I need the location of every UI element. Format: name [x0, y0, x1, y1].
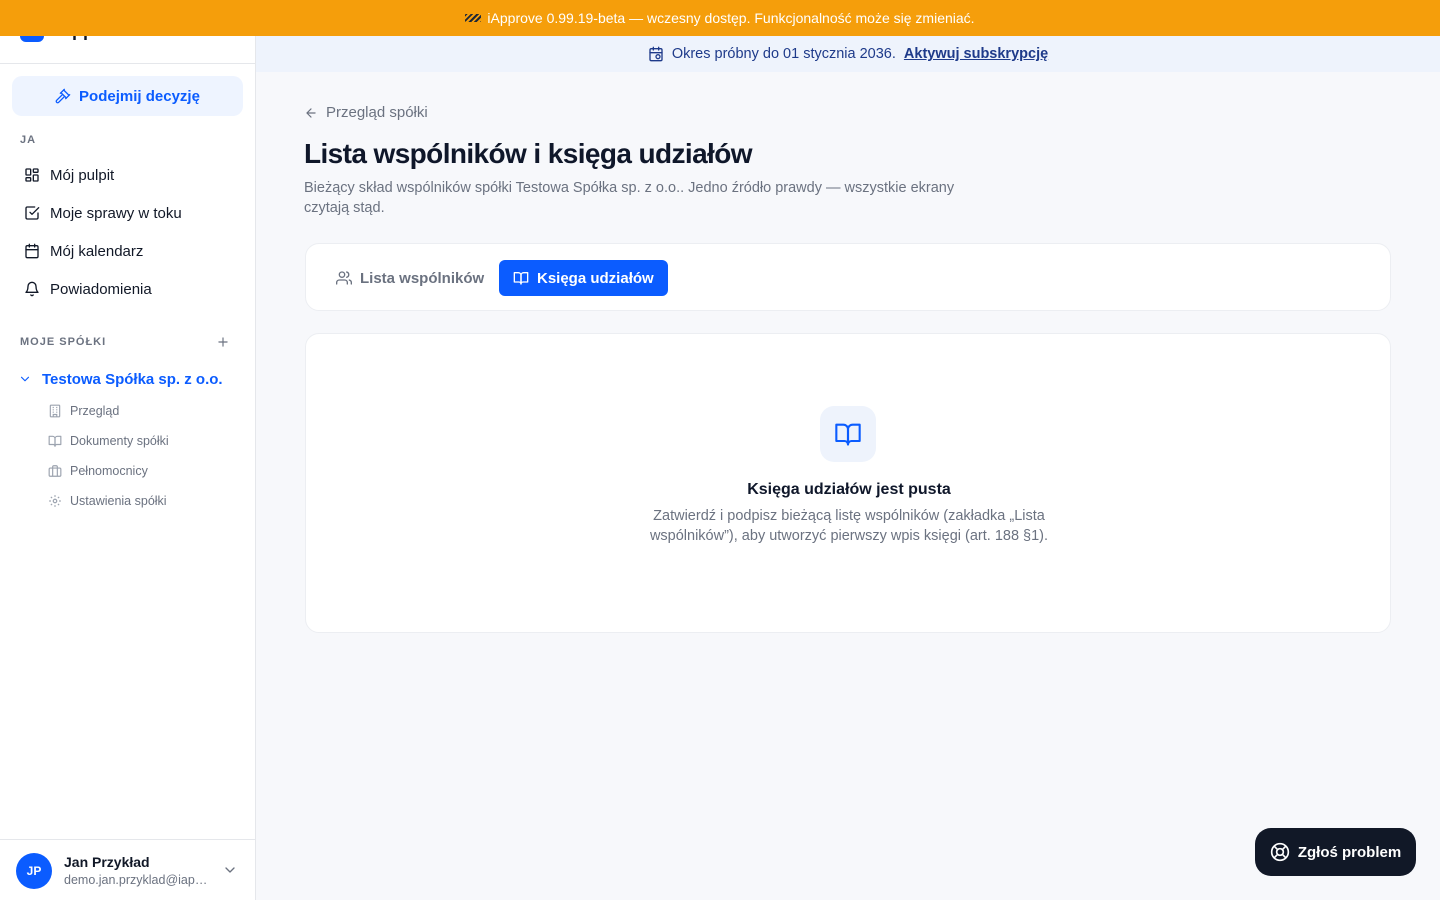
trial-banner-text: Okres próbny do 01 stycznia 2036. [671, 46, 896, 62]
tab-label: Księga udziałów [537, 269, 654, 287]
calendar-clock-icon [649, 46, 663, 62]
back-link-label: Przegląd spółki [326, 104, 428, 121]
nav-item-label: Mój pulpit [50, 166, 115, 184]
nav-item-calendar[interactable]: Mój kalendarz [12, 234, 243, 268]
make-decision-label: Podejmij decyzję [79, 87, 200, 105]
nav-item-notifications[interactable]: Powiadomienia [12, 272, 243, 306]
book-open-icon [835, 423, 861, 446]
plus-icon [218, 337, 228, 347]
trial-banner: Okres próbny do 01 stycznia 2036. Aktywu… [256, 36, 1440, 72]
divider [0, 63, 255, 64]
user-name: Jan Przykład [64, 854, 150, 870]
company-subitem-label: Dokumenty spółki [70, 434, 169, 448]
tab-share-ledger[interactable]: Księga udziałów [499, 260, 668, 296]
user-menu[interactable]: JP Jan Przykład demo.jan.przyklad@iappro… [0, 839, 255, 900]
beta-banner: iApprove 0.99.19-beta — wczesny dostęp. … [0, 0, 1440, 36]
company-item[interactable]: Testowa Spółka sp. z o.o. [12, 366, 243, 392]
beta-banner-text: iApprove 0.99.19-beta — wczesny dostęp. … [487, 10, 975, 26]
company-subitem-label: Pełnomocnicy [70, 464, 148, 478]
section-label-me: JA [20, 134, 37, 146]
nav-item-my-cases[interactable]: Moje sprawy w toku [12, 196, 243, 230]
gear-icon [49, 495, 61, 507]
empty-state-description: Zatwierdź i podpisz bieżącą listę wspóln… [649, 508, 1049, 544]
nav-item-label: Mój kalendarz [50, 242, 144, 260]
company-subitem-label: Przegląd [70, 404, 120, 418]
company-subitem-documents[interactable]: Dokumenty spółki [48, 430, 169, 452]
company-subitem-label: Ustawienia spółki [70, 494, 167, 508]
activate-subscription-link[interactable]: Aktywuj subskrypcję [904, 46, 1048, 62]
book-open-icon [513, 272, 529, 285]
empty-state-icon [820, 406, 876, 462]
empty-state-card: Księga udziałów jest pusta Zatwierdź i p… [305, 333, 1391, 633]
gavel-icon [55, 88, 71, 104]
company-subitem-settings[interactable]: Ustawienia spółki [48, 490, 167, 512]
page-title: Lista wspólników i księga udziałów [304, 138, 753, 169]
tabs-bar: Lista wspólników Księga udziałów [305, 243, 1391, 311]
tab-shareholders-list[interactable]: Lista wspólników [322, 260, 498, 296]
make-decision-button[interactable]: Podejmij decyzję [12, 76, 243, 116]
book-icon [48, 435, 62, 447]
user-menu-toggle[interactable] [222, 862, 238, 883]
briefcase-icon [48, 465, 62, 477]
nav-item-label: Powiadomienia [50, 280, 152, 298]
report-problem-label: Zgłoś problem [1297, 843, 1402, 861]
company-name: Testowa Spółka sp. z o.o. [42, 370, 223, 388]
building-icon [49, 404, 61, 418]
users-icon [336, 271, 352, 285]
chevron-down-icon [225, 867, 235, 873]
back-link[interactable]: Przegląd spółki [304, 104, 428, 121]
company-subitem-proxies[interactable]: Pełnomocnicy [48, 460, 148, 482]
section-label-companies: MOJE SPÓŁKI [20, 336, 107, 348]
chevron-down-icon [20, 376, 30, 382]
user-email: demo.jan.przyklad@iapprove.pl [64, 873, 214, 887]
page-description: Bieżący skład wspólników spółki Testowa … [304, 180, 955, 216]
warning-stripe-icon [465, 14, 482, 22]
tab-label: Lista wspólników [360, 269, 485, 287]
nav-item-dashboard[interactable]: Mój pulpit [12, 158, 243, 192]
lifebuoy-icon [1270, 842, 1289, 862]
checkbox-icon [25, 206, 40, 220]
avatar: JP [16, 853, 52, 889]
nav-item-label: Moje sprawy w toku [50, 204, 182, 222]
company-subitem-overview[interactable]: Przegląd [48, 400, 119, 422]
sidebar: iApprove Podejmij decyzję JA Mój pulpit … [0, 0, 256, 900]
arrow-left-icon [306, 107, 316, 118]
calendar-icon [25, 243, 39, 259]
dashboard-icon [25, 168, 39, 182]
add-company-button[interactable] [214, 333, 232, 351]
bell-icon [25, 281, 39, 297]
empty-state-title: Księga udziałów jest pusta [747, 481, 951, 498]
report-problem-button[interactable]: Zgłoś problem [1255, 828, 1416, 876]
